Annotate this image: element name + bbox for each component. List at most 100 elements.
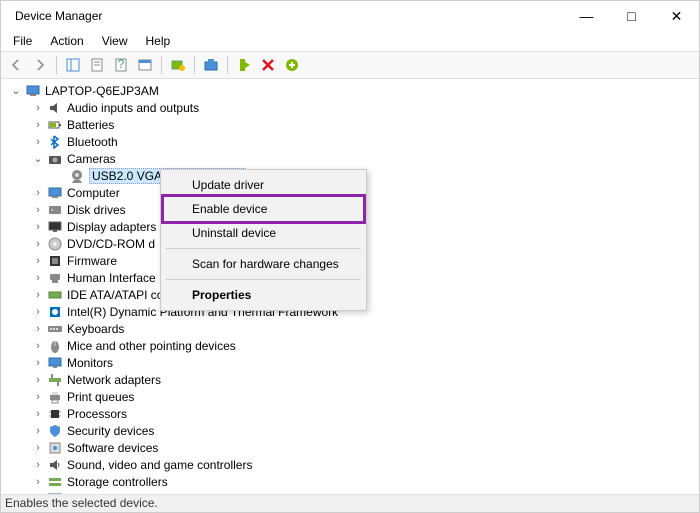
tree-root[interactable]: ⌄ LAPTOP-Q6EJP3AM (1, 82, 699, 99)
category-label: Print queues (67, 390, 134, 404)
expand-icon[interactable]: › (31, 322, 45, 336)
menu-view[interactable]: View (94, 32, 136, 50)
collapse-icon[interactable]: ⌄ (9, 84, 23, 98)
expand-icon[interactable]: › (31, 254, 45, 268)
menu-help[interactable]: Help (138, 32, 179, 50)
ctx-uninstall-device[interactable]: Uninstall device (164, 221, 363, 245)
category-label: Sound, video and game controllers (67, 458, 252, 472)
webcam-icon (69, 168, 85, 184)
menu-file[interactable]: File (5, 32, 40, 50)
category-label: Audio inputs and outputs (67, 101, 199, 115)
uninstall-button[interactable] (257, 54, 279, 76)
tree-category[interactable]: ›Processors (1, 405, 699, 422)
statusbar: Enables the selected device. (1, 494, 699, 512)
category-label: Firmware (67, 254, 117, 268)
tree-category[interactable]: › Security devices (1, 422, 699, 439)
tree-category[interactable]: › Monitors (1, 354, 699, 371)
ctx-separator (166, 279, 361, 280)
expand-icon[interactable]: › (31, 339, 45, 353)
category-label: Network adapters (67, 373, 161, 387)
svg-text:?: ? (118, 57, 125, 71)
expand-icon[interactable]: › (31, 407, 45, 421)
tree-category[interactable]: › Storage controllers (1, 473, 699, 490)
toolbar-separator (194, 56, 195, 74)
category-icon (47, 253, 63, 269)
menu-action[interactable]: Action (42, 32, 91, 50)
tree-category[interactable]: › Print queues (1, 388, 699, 405)
category-label: Cameras (67, 152, 116, 166)
statusbar-text: Enables the selected device. (5, 496, 158, 510)
tree-category[interactable]: › Audio inputs and outputs (1, 99, 699, 116)
category-label: Keyboards (67, 322, 124, 336)
expand-icon[interactable]: › (31, 220, 45, 234)
computer-icon (25, 83, 41, 99)
category-label: Storage controllers (67, 475, 168, 489)
action-button[interactable] (134, 54, 156, 76)
category-icon (47, 338, 63, 354)
expand-icon[interactable]: › (31, 186, 45, 200)
tree-category[interactable]: › Software devices (1, 439, 699, 456)
tree-category[interactable]: ›Bluetooth (1, 133, 699, 150)
ctx-enable-device[interactable]: Enable device (164, 197, 363, 221)
expand-icon[interactable]: › (31, 237, 45, 251)
window-controls: — □ ✕ (564, 1, 699, 31)
category-label: Monitors (67, 356, 113, 370)
close-button[interactable]: ✕ (654, 1, 699, 31)
expand-icon[interactable]: › (31, 424, 45, 438)
scan-hardware-button[interactable] (200, 54, 222, 76)
category-label: DVD/CD-ROM d (67, 237, 155, 251)
expand-icon[interactable]: › (31, 135, 45, 149)
category-label: Mice and other pointing devices (67, 339, 236, 353)
expand-icon[interactable]: › (31, 475, 45, 489)
expand-icon[interactable]: › (31, 356, 45, 370)
category-label: Batteries (67, 118, 114, 132)
tree-category[interactable]: › Network adapters (1, 371, 699, 388)
show-hide-tree-button[interactable] (62, 54, 84, 76)
titlebar: Device Manager — □ ✕ (1, 1, 699, 31)
forward-button[interactable] (29, 54, 51, 76)
expand-icon[interactable]: › (31, 203, 45, 217)
category-icon (47, 236, 63, 252)
category-label: Human Interface (67, 271, 156, 285)
enable-button[interactable] (233, 54, 255, 76)
properties-button[interactable] (86, 54, 108, 76)
expand-icon[interactable]: › (31, 271, 45, 285)
expand-icon[interactable]: › (31, 305, 45, 319)
minimize-button[interactable]: — (564, 1, 609, 31)
category-label: Security devices (67, 424, 154, 438)
expand-icon[interactable]: › (31, 390, 45, 404)
category-icon (47, 321, 63, 337)
titlebar-left: Device Manager (9, 9, 102, 23)
collapse-icon[interactable]: ⌄ (31, 152, 45, 166)
context-menu: Update driver Enable device Uninstall de… (160, 169, 367, 311)
ctx-properties[interactable]: Properties (164, 283, 363, 307)
category-icon (47, 117, 63, 133)
update-driver-button[interactable] (167, 54, 189, 76)
add-hardware-button[interactable] (281, 54, 303, 76)
category-icon (47, 372, 63, 388)
category-label: Display adapters (67, 220, 156, 234)
tree-category[interactable]: › Sound, video and game controllers (1, 456, 699, 473)
ctx-scan-hardware[interactable]: Scan for hardware changes (164, 252, 363, 276)
expand-icon[interactable]: › (31, 373, 45, 387)
tree-category[interactable]: › Keyboards (1, 320, 699, 337)
expand-icon[interactable]: › (31, 288, 45, 302)
expand-icon[interactable]: › (31, 441, 45, 455)
back-button[interactable] (5, 54, 27, 76)
category-label: Software devices (67, 441, 158, 455)
expand-icon[interactable]: › (31, 101, 45, 115)
category-label: Disk drives (67, 203, 126, 217)
maximize-button[interactable]: □ (609, 1, 654, 31)
toolbar-separator (56, 56, 57, 74)
tree-root-label: LAPTOP-Q6EJP3AM (45, 84, 159, 98)
category-icon (47, 134, 63, 150)
spacer (53, 169, 67, 183)
category-label: Computer (67, 186, 120, 200)
tree-category[interactable]: › Mice and other pointing devices (1, 337, 699, 354)
help-button[interactable]: ? (110, 54, 132, 76)
tree-category[interactable]: › Batteries (1, 116, 699, 133)
expand-icon[interactable]: › (31, 458, 45, 472)
tree-category[interactable]: ⌄ Cameras (1, 150, 699, 167)
category-icon (47, 151, 63, 167)
expand-icon[interactable]: › (31, 118, 45, 132)
